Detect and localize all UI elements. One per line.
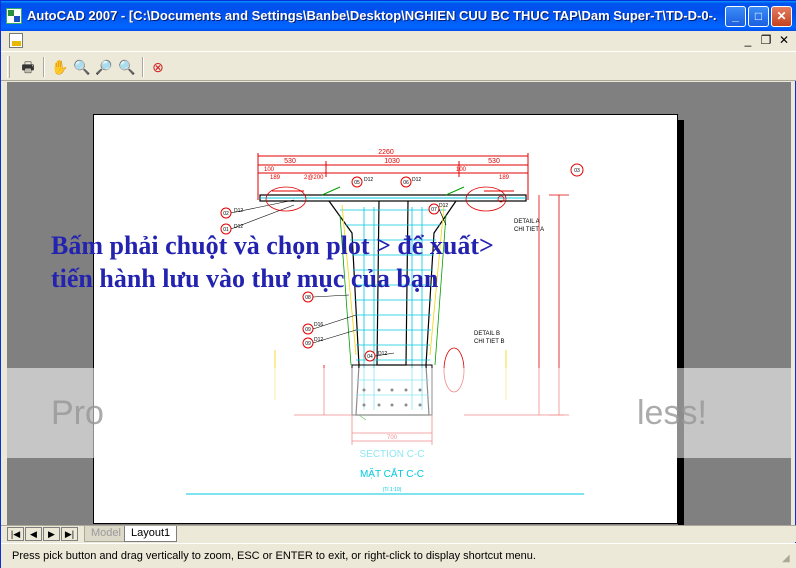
dim-top-text: 2260 [378, 149, 394, 156]
last-tab-button[interactable]: ▶| [61, 527, 78, 541]
detail-b-label: DETAIL B [474, 331, 500, 337]
layout-tab-bar: |◀ ◀ ▶ ▶| Model Layout1 [1, 525, 796, 542]
detail-b-sublabel: CHI TIET B [474, 339, 504, 345]
svg-text:02: 02 [223, 211, 229, 217]
autocad-window: AutoCAD 2007 - [C:\Documents and Setting… [0, 0, 796, 568]
dim-189b-text: 189 [499, 175, 510, 181]
instruction-line-1: Bấm phải chuột và chọn plot > để xuất> [51, 231, 494, 260]
prev-tab-button[interactable]: ◀ [25, 527, 42, 541]
svg-text:D16: D16 [314, 322, 323, 328]
first-tab-button[interactable]: |◀ [7, 527, 24, 541]
paper-sheet: 2260 530 1030 530 100 100 189 189 2@200 [93, 114, 678, 524]
document-icon[interactable] [9, 33, 23, 48]
section-subtitle: MẶT CẮT C-C [360, 467, 424, 480]
detail-a-sublabel: CHI TIET A [514, 227, 544, 233]
svg-text:D12: D12 [234, 208, 243, 214]
autocad-app-icon[interactable] [6, 8, 22, 24]
instruction-line-2: tiến hành lưu vào thư mục của bạn [51, 264, 439, 293]
doc-restore-icon[interactable]: ❐ [758, 33, 774, 48]
svg-text:D12: D12 [378, 351, 387, 357]
svg-text:07: 07 [431, 207, 437, 213]
maximize-button[interactable]: □ [748, 6, 769, 27]
dim-530a-text: 530 [284, 158, 296, 165]
svg-text:D12: D12 [412, 177, 421, 183]
dim-100b-text: 100 [456, 167, 467, 173]
dim-189a-text: 189 [270, 175, 281, 181]
tab-model[interactable]: Model [84, 526, 128, 542]
pan-icon[interactable]: ✋ [50, 57, 70, 77]
svg-text:05: 05 [354, 180, 360, 186]
mark-bubbles [220, 163, 584, 362]
menu-bar: _ ❐ ✕ [1, 31, 796, 51]
section-drawing: 2260 530 1030 530 100 100 189 189 2@200 [186, 149, 584, 495]
resize-grip-icon[interactable]: ◢ [782, 553, 794, 565]
toolbar-grip[interactable] [7, 56, 10, 78]
svg-text:08: 08 [305, 295, 311, 301]
status-message: Press pick button and drag vertically to… [12, 550, 536, 562]
top-flange [259, 186, 527, 202]
status-bar: Press pick button and drag vertically to… [1, 543, 796, 568]
detail-a-label: DETAIL A [514, 219, 540, 225]
section-scale: (Tỉ 1:10) [383, 486, 402, 493]
svg-text:D12: D12 [364, 177, 373, 183]
svg-text:03: 03 [574, 168, 580, 174]
close-preview-icon[interactable]: ⊗ [148, 57, 168, 77]
plot-preview-area[interactable]: 2260 530 1030 530 100 100 189 189 2@200 [7, 82, 791, 525]
doc-close-icon[interactable]: ✕ [776, 33, 792, 48]
next-tab-button[interactable]: ▶ [43, 527, 60, 541]
svg-text:D12: D12 [314, 337, 323, 343]
watermark-left-text: Pro [51, 394, 104, 432]
dim-530b-text: 530 [488, 158, 500, 165]
zoom-original-icon[interactable]: 🔍 [117, 57, 137, 77]
svg-text:06: 06 [403, 180, 409, 186]
close-button[interactable]: ✕ [771, 6, 792, 27]
dim-1030-text: 1030 [384, 158, 400, 165]
minimize-button[interactable]: _ [725, 6, 746, 27]
svg-text:D12: D12 [234, 224, 243, 230]
title-bar[interactable]: AutoCAD 2007 - [C:\Documents and Setting… [1, 1, 796, 31]
dim-100a-text: 100 [264, 167, 275, 173]
zoom-window-icon[interactable]: 🔎 [94, 57, 114, 77]
toolbar-separator [43, 57, 45, 77]
svg-text:09: 09 [305, 327, 311, 333]
dim-2a200-text: 2@200 [304, 175, 324, 181]
preview-toolbar: 🖶 ✋ 🔍 🔎 🔍 ⊗ [1, 51, 796, 81]
doc-minimize-icon[interactable]: _ [740, 33, 756, 48]
svg-text:09: 09 [305, 341, 311, 347]
zoom-realtime-icon[interactable]: 🔍 [72, 57, 92, 77]
tab-layout1[interactable]: Layout1 [124, 526, 178, 542]
window-title: AutoCAD 2007 - [C:\Documents and Setting… [27, 8, 717, 23]
svg-text:D12: D12 [439, 203, 448, 209]
watermark-right-text: less! [637, 394, 707, 432]
toolbar-separator [142, 57, 144, 77]
svg-text:04: 04 [367, 354, 373, 360]
print-icon[interactable]: 🖶 [18, 57, 38, 77]
